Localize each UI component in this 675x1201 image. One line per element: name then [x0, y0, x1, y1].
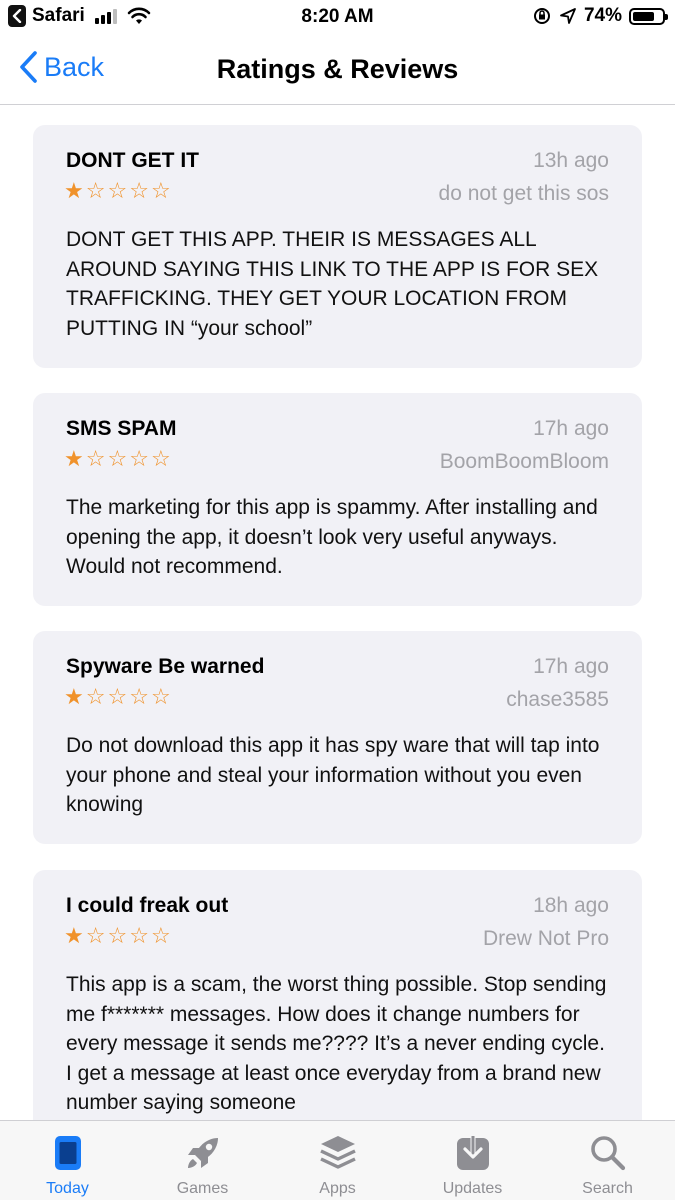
star-filled-icon: ★ [64, 684, 84, 709]
star-empty-icon: ☆ [107, 684, 128, 709]
star-empty-icon: ☆ [85, 446, 106, 471]
location-arrow-icon [560, 8, 576, 24]
review-author: chase3585 [506, 688, 609, 711]
review-date: 18h ago [533, 894, 609, 917]
review-title: Spyware Be warned [66, 655, 265, 678]
review-card[interactable]: SMS SPAM 17h ago ★ ☆ ☆ ☆ ☆ BoomBoomBloom The… [33, 393, 642, 606]
tab-label: Search [582, 1180, 633, 1197]
review-body: Do not download this app it has spy ware… [66, 734, 600, 816]
tab-label: Today [46, 1180, 89, 1197]
status-bar: Safari 8:20 AM 74% [0, 0, 675, 36]
review-author: Drew Not Pro [482, 927, 609, 950]
review-date: 13h ago [533, 149, 609, 172]
star-rating: ★ ☆ ☆ ☆ ☆ [64, 686, 171, 708]
review-date: 17h ago [533, 655, 609, 678]
today-icon [0, 1131, 135, 1175]
star-empty-icon: ☆ [150, 446, 171, 471]
star-filled-icon: ★ [64, 178, 84, 203]
status-right: 74% [532, 5, 668, 27]
review-author: do not get this sos [438, 182, 609, 205]
star-rating: ★ ☆ ☆ ☆ ☆ [64, 448, 171, 470]
review-date: 17h ago [533, 417, 609, 440]
battery-icon [629, 7, 668, 25]
review-body: The marketing for this app is spammy. Af… [66, 496, 598, 578]
star-empty-icon: ☆ [150, 684, 171, 709]
rotation-lock-icon [533, 8, 550, 24]
review-title: SMS SPAM [66, 417, 177, 440]
star-filled-icon: ★ [64, 446, 84, 471]
star-empty-icon: ☆ [150, 923, 171, 948]
star-empty-icon: ☆ [85, 178, 106, 203]
star-empty-icon: ☆ [85, 684, 106, 709]
star-empty-icon: ☆ [107, 178, 128, 203]
navigation-bar: Back Ratings & Reviews [0, 36, 675, 105]
download-icon [405, 1131, 540, 1175]
review-title: I could freak out [66, 894, 229, 917]
tab-today[interactable]: Today [0, 1121, 135, 1201]
star-empty-icon: ☆ [85, 923, 106, 948]
review-card[interactable]: I could freak out 18h ago ★ ☆ ☆ ☆ ☆ Drew Not… [33, 870, 642, 1120]
star-empty-icon: ☆ [129, 923, 149, 948]
review-body: This app is a scam, the worst thing poss… [66, 973, 607, 1114]
star-empty-icon: ☆ [107, 923, 128, 948]
apps-stack-icon [270, 1131, 405, 1175]
page-title: Ratings & Reviews [216, 54, 459, 84]
tab-games[interactable]: Games [135, 1121, 270, 1201]
reviews-list[interactable]: DONT GET IT 13h ago ★ ☆ ☆ ☆ ☆ do not get thi… [0, 105, 675, 1120]
star-rating: ★ ☆ ☆ ☆ ☆ [64, 180, 171, 202]
tab-label: Updates [442, 1180, 503, 1197]
tab-label: Games [176, 1180, 229, 1197]
tab-label: Apps [319, 1180, 356, 1197]
star-empty-icon: ☆ [129, 684, 149, 709]
tab-search[interactable]: Search [540, 1121, 675, 1201]
review-title: DONT GET IT [66, 149, 199, 172]
star-empty-icon: ☆ [129, 446, 149, 471]
review-author: BoomBoomBloom [439, 450, 609, 473]
tab-apps[interactable]: Apps [270, 1121, 405, 1201]
tab-bar: Today Games Apps Updates Search [0, 1120, 675, 1200]
search-icon [540, 1131, 675, 1175]
review-body: DONT GET THIS APP. THEIR IS MESSAGES ALL… [66, 228, 599, 340]
battery-level [633, 11, 654, 21]
review-card[interactable]: Spyware Be warned 17h ago ★ ☆ ☆ ☆ ☆ chase358… [33, 631, 642, 844]
star-rating: ★ ☆ ☆ ☆ ☆ [64, 925, 171, 947]
star-empty-icon: ☆ [129, 178, 149, 203]
star-empty-icon: ☆ [150, 178, 171, 203]
star-filled-icon: ★ [64, 923, 84, 948]
review-card[interactable]: DONT GET IT 13h ago ★ ☆ ☆ ☆ ☆ do not get thi… [33, 125, 642, 368]
rocket-icon [135, 1131, 270, 1175]
star-empty-icon: ☆ [107, 446, 128, 471]
tab-updates[interactable]: Updates [405, 1121, 540, 1201]
battery-percent: 74% [583, 5, 622, 26]
